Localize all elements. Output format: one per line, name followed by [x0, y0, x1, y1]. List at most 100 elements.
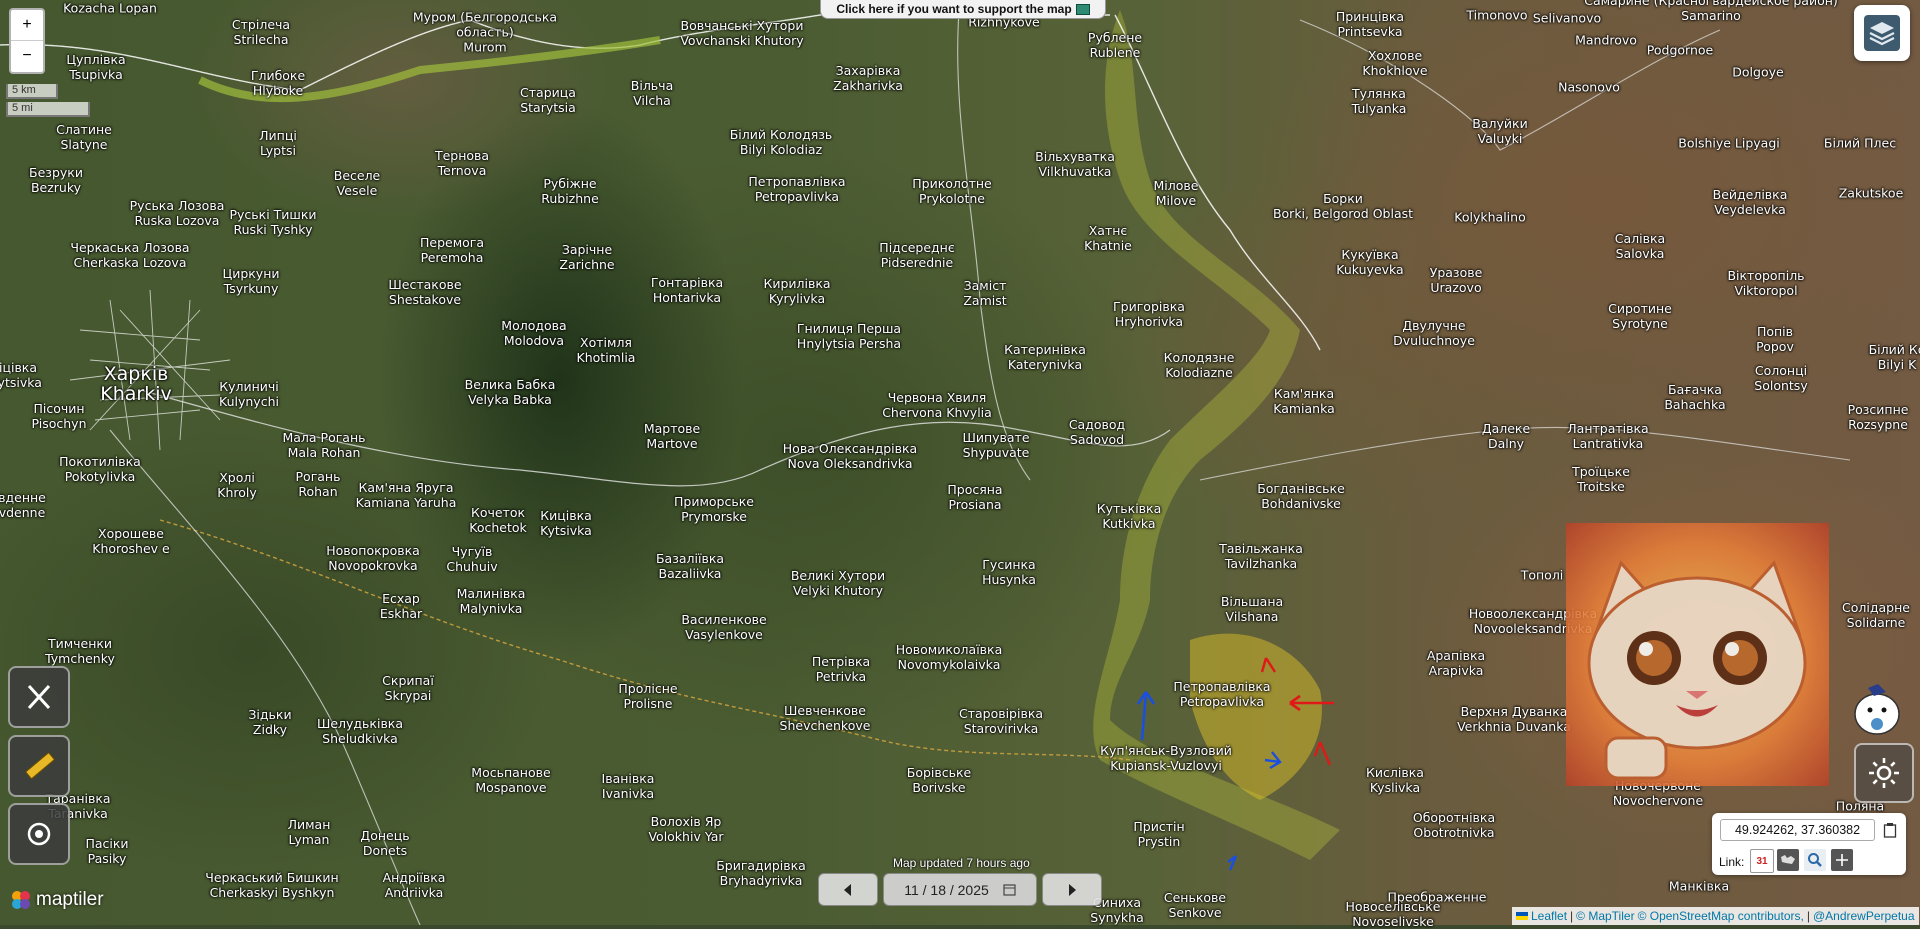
calendar-link-button[interactable]: 31 [1750, 849, 1774, 873]
author-link[interactable]: @AndrewPerpetua [1813, 909, 1915, 923]
place-label: Лиман Lyman [287, 817, 331, 847]
place-label: Сиротине Syrotyne [1608, 301, 1672, 331]
place-label: Лантратівка Lantratіvka [1567, 421, 1649, 451]
maptiler-attribution-link[interactable]: © MapTiler [1576, 909, 1634, 923]
place-label: Dolgoye [1732, 64, 1784, 80]
map-canvas[interactable]: Kozacha Lopan Цуплівка Tsupivka Слатине Sl… [0, 0, 1920, 929]
scale-km: 5 km [6, 84, 58, 99]
place-label: іцівка lytsivka [0, 360, 42, 390]
place-label: Сенькове Senkove [1163, 890, 1227, 920]
copy-coordinates-button[interactable] [1879, 819, 1901, 841]
osm-attribution-link[interactable]: © OpenStreetMap contributors, [1638, 909, 1804, 923]
place-label: Есхар Eskhar [379, 591, 423, 621]
place-label: Хатнє Khatnie [1084, 223, 1132, 253]
locate-button[interactable] [8, 803, 70, 865]
cat-illustration [1566, 523, 1829, 786]
place-label: Selivanovo [1532, 10, 1602, 26]
place-label: Циркуни Tsyrkuny [222, 266, 280, 296]
place-label: Рублене Rublene [1087, 30, 1143, 60]
mascot-icon [1854, 684, 1900, 735]
ruler-icon [25, 752, 55, 779]
place-label: Куп'янськ-Вузловий Kupiansk-Vuzlovyi [1100, 743, 1232, 773]
place-label: Солонці Solontsy [1754, 363, 1808, 393]
place-label: Руські Тишки Ruski Tyshky [229, 207, 317, 237]
zoom-out-button[interactable]: − [11, 41, 43, 71]
place-label: Двулучне Dvuluchnoye [1393, 318, 1475, 348]
map-updated-text: Map updated 7 hours ago [893, 856, 1030, 870]
leaflet-link[interactable]: Leaflet [1531, 909, 1567, 923]
place-label: Богданівське Bohdanivske [1257, 481, 1345, 511]
place-label: Руська Лозова Ruska Lozova [129, 198, 225, 228]
place-label: Кочеток Kochetok [469, 505, 527, 535]
world-map-link-button[interactable] [1777, 849, 1799, 871]
place-label: вденне vdenne [0, 490, 46, 520]
place-label: Борки Borki, Belgorod Oblast [1272, 191, 1414, 221]
place-label: Мартове Martove [643, 421, 701, 451]
place-label: Покотилівка Pokotylivka [59, 454, 141, 484]
maptiler-logo[interactable]: maptiler [10, 889, 104, 911]
calendar-link-icon: 31 [1756, 855, 1768, 867]
zoom-control: + − [9, 8, 45, 74]
place-label: Троїцьке Troitske [1572, 464, 1630, 494]
place-label: Старица Starytsia [520, 85, 576, 115]
place-label: Далеке Dalny [1481, 421, 1531, 451]
maptiler-label: maptiler [36, 889, 104, 910]
place-label: Принцівка Printsevka [1335, 9, 1405, 39]
place-label: Тавільжанка Tavilzhanka [1219, 541, 1303, 571]
place-label: Солідарне Solidarne [1842, 600, 1910, 630]
crosshair-link-button[interactable] [1831, 849, 1853, 871]
settings-button[interactable] [1854, 743, 1914, 803]
place-label: Захарівка Zakharivka [833, 63, 903, 93]
place-label: Bolshiye Lipyagi [1678, 135, 1780, 151]
place-label: Зідьки Zidky [248, 707, 292, 737]
ruler-button[interactable] [8, 735, 70, 797]
place-label: Пролісне Prolisne [618, 681, 678, 711]
clipboard-icon [1883, 823, 1897, 838]
search-link-button[interactable] [1804, 849, 1826, 871]
place-label: Zakutskoe [1838, 185, 1904, 201]
place-label: Кирилівка Kyrylivka [763, 276, 831, 306]
place-label: Кутьківка Kutkivka [1096, 501, 1162, 531]
layers-button[interactable] [1854, 5, 1910, 61]
search-icon [1808, 853, 1822, 867]
place-label: Катеринівка Katerynivka [1004, 342, 1086, 372]
place-label: Велика Бабка Velyka Babka [464, 377, 556, 407]
zoom-in-button[interactable]: + [11, 10, 43, 41]
calendar-icon[interactable] [1003, 883, 1016, 896]
mascot-image [1848, 680, 1906, 738]
place-label: Червона Хвиля Chervona Khvylia [882, 390, 992, 420]
place-label: Гусинка Husynka [982, 557, 1036, 587]
place-label: Kozacha Lopan [63, 0, 157, 16]
date-picker[interactable]: 11 / 18 / 2025 [883, 873, 1037, 906]
place-label: Мосьпанове Mospanove [471, 765, 551, 795]
support-banner-label: Click here if you want to support the ma… [836, 2, 1072, 16]
place-label: Білий Плес [1823, 135, 1897, 151]
place-label: Шестакове Shestakove [388, 277, 462, 307]
arrow-right-icon [1069, 883, 1076, 896]
previous-day-button[interactable] [818, 873, 878, 906]
place-label: Григорівка Hryhorivka [1113, 299, 1185, 329]
place-label: Петропавлівка Petropavlivka [1173, 679, 1271, 709]
layers-icon [1864, 15, 1900, 51]
coordinates-input[interactable] [1720, 819, 1875, 841]
place-label: Великі Хутори Velyki Khutory [790, 568, 886, 598]
place-label: Манківка [1668, 878, 1730, 894]
place-label: Вільшана Vilshana [1220, 594, 1284, 624]
maptiler-icon [12, 891, 30, 909]
place-label: Оборотнівка Obotrotnivka [1412, 810, 1496, 840]
place-label: Стрілеча Strilecha [231, 17, 291, 47]
place-label: Пасіки Pasiky [85, 836, 129, 866]
next-day-button[interactable] [1042, 873, 1102, 906]
place-label: Шелудьківка Sheludkivka [316, 716, 404, 746]
place-label: Арапівка Arapivka [1426, 648, 1486, 678]
place-label: Кам'яна Яруга Kamiana Yaruha [355, 480, 457, 510]
place-label: Веселе Vesele [333, 168, 381, 198]
place-label: Вейделівка Veydelevka [1712, 187, 1788, 217]
place-label: Рубіжне Rubizhne [541, 176, 599, 206]
place-label: Рогань Rohan [295, 469, 341, 499]
x-logo-button[interactable] [8, 666, 70, 728]
support-banner-link[interactable]: Click here if you want to support the ma… [820, 0, 1106, 19]
place-label: Заміст Zamist [963, 278, 1007, 308]
place-label: Кам'янка Kamianka [1273, 386, 1335, 416]
place-label: Валуйки Valuyki [1472, 116, 1528, 146]
